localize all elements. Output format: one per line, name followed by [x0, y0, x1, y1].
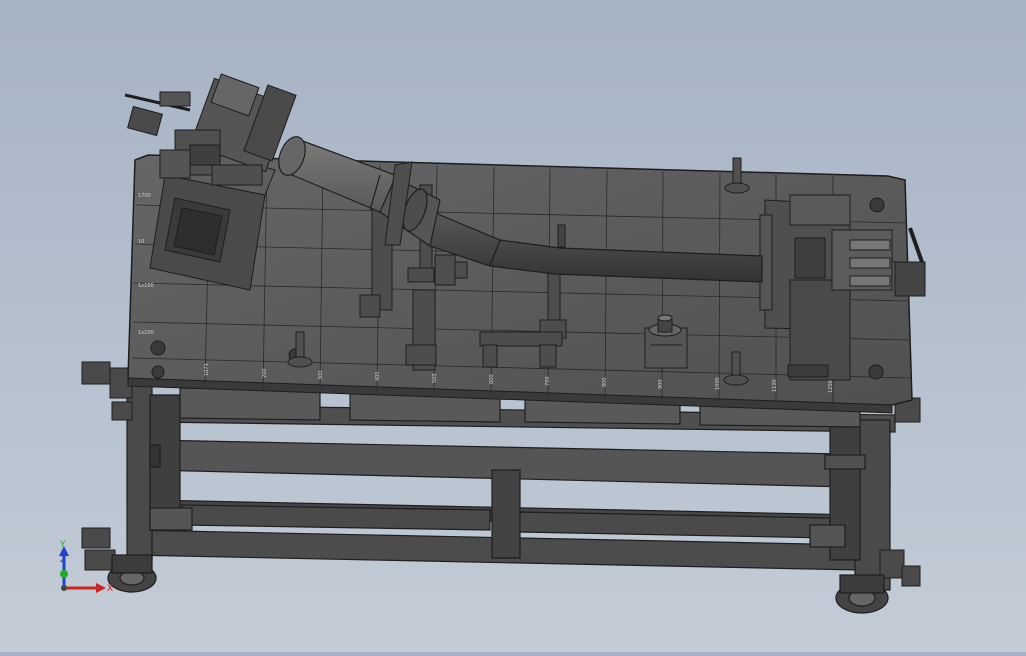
scale-mark: 400 — [375, 371, 381, 381]
scale-mark: 800 — [602, 377, 608, 387]
scale-mark: 300 — [318, 370, 324, 380]
scale-mark: 600 — [489, 374, 495, 384]
scale-mark: 200 — [262, 368, 268, 378]
base-frame — [126, 379, 896, 591]
scale-mark: 900 — [658, 379, 664, 389]
scale-mark: 1x200 — [138, 330, 154, 336]
cad-viewport[interactable]: 1700 10 1x100 1x200 1073 200 300 400 500… — [0, 0, 1026, 652]
z-axis-dot — [60, 570, 68, 578]
scale-mark: 1073 — [204, 363, 210, 376]
scale-mark: 700 — [545, 376, 551, 386]
scale-mark: 1000 — [715, 377, 721, 390]
y-axis-label: Y — [59, 540, 66, 550]
coordinate-triad: Y Z X — [40, 540, 120, 600]
triad-origin — [61, 585, 67, 591]
scale-mark: 10 — [138, 239, 144, 245]
scale-mark: 1200 — [828, 380, 834, 393]
x-axis-label: X — [107, 584, 113, 594]
scale-mark: 1100 — [772, 379, 778, 392]
scale-mark: 1700 — [138, 193, 151, 199]
z-axis-label: Z — [60, 555, 66, 565]
x-axis-arrow — [96, 583, 106, 593]
fixture-model[interactable]: 1700 10 1x100 1x200 1073 200 300 400 500… — [0, 0, 1026, 652]
scale-mark: 1x100 — [138, 283, 154, 289]
scale-mark: 500 — [432, 373, 438, 383]
triad-graphic: Y Z X — [59, 540, 113, 594]
